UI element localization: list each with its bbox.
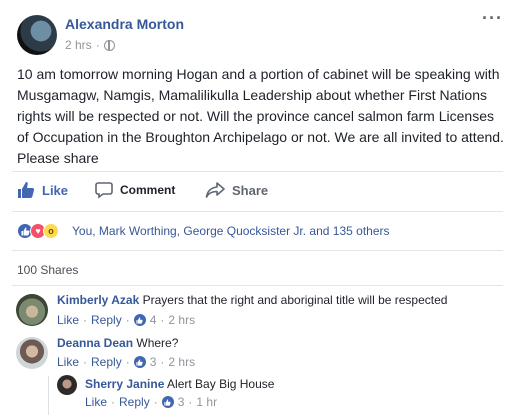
post-time[interactable]: 2 hrs xyxy=(65,38,92,52)
post-author-name[interactable]: Alexandra Morton xyxy=(65,16,184,32)
comment-item: Deanna Dean Where? xyxy=(57,336,178,350)
reaction-summary[interactable]: You, Mark Worthing, George Quocksister J… xyxy=(72,224,390,238)
like-button-label: Like xyxy=(42,182,69,198)
commenter-avatar[interactable] xyxy=(16,337,48,369)
reply-thread-line xyxy=(48,376,49,415)
more-options-icon[interactable]: ··· xyxy=(482,9,503,27)
comment-like-count[interactable]: 3 xyxy=(150,355,157,369)
comment-bubble-icon xyxy=(95,182,113,199)
author-avatar[interactable] xyxy=(17,15,57,55)
comment-text: Where? xyxy=(136,336,179,350)
commenter-name[interactable]: Kimberly Azak xyxy=(57,293,139,307)
commenter-avatar[interactable] xyxy=(16,294,48,326)
divider xyxy=(12,171,503,172)
like-count-icon[interactable] xyxy=(161,396,174,408)
share-arrow-icon xyxy=(205,182,225,198)
comment-time[interactable]: 2 hrs xyxy=(168,313,195,327)
reply-text: Alert Bay Big House xyxy=(167,377,275,391)
divider xyxy=(12,211,503,212)
like-count-icon[interactable] xyxy=(133,314,146,326)
thumbs-up-icon xyxy=(18,182,35,198)
comment-actions: Like · Reply · 4 · 2 hrs xyxy=(57,313,196,327)
reply-time[interactable]: 1 hr xyxy=(196,395,217,409)
comment-item: Kimberly Azak Prayers that the right and… xyxy=(57,293,447,307)
replier-name[interactable]: Sherry Janine xyxy=(85,377,164,391)
reply-like-link[interactable]: Like xyxy=(85,395,107,409)
reply-actions: Like · Reply · 3 · 1 hr xyxy=(85,395,218,409)
shares-count[interactable]: 100 Shares xyxy=(17,263,78,277)
comment-like-link[interactable]: Like xyxy=(57,355,79,369)
globe-icon[interactable] xyxy=(103,39,115,51)
reply-item: Sherry Janine Alert Bay Big House xyxy=(85,377,274,391)
comment-reply-link[interactable]: Reply xyxy=(91,355,122,369)
share-button-label: Share xyxy=(232,182,269,198)
divider xyxy=(12,250,503,251)
like-count-icon[interactable] xyxy=(133,356,146,368)
comment-time[interactable]: 2 hrs xyxy=(168,355,195,369)
post-meta: 2 hrs · xyxy=(65,38,115,52)
comment-button-label: Comment xyxy=(120,183,176,197)
reply-like-count[interactable]: 3 xyxy=(178,395,185,409)
replier-avatar[interactable] xyxy=(57,375,77,395)
divider xyxy=(12,285,503,286)
meta-separator: · xyxy=(95,38,100,52)
comment-actions: Like · Reply · 3 · 2 hrs xyxy=(57,355,196,369)
commenter-name[interactable]: Deanna Dean xyxy=(57,336,133,350)
wow-reaction-icon: o xyxy=(43,223,59,239)
comment-like-link[interactable]: Like xyxy=(57,313,79,327)
comment-button[interactable]: Comment xyxy=(95,181,175,199)
comment-like-count[interactable]: 4 xyxy=(150,313,157,327)
post-body-text: 10 am tomorrow morning Hogan and a porti… xyxy=(17,66,504,166)
comment-reply-link[interactable]: Reply xyxy=(91,313,122,327)
reaction-icons[interactable]: ♥ o xyxy=(17,223,59,239)
comment-text: Prayers that the right and aboriginal ti… xyxy=(142,293,448,307)
like-button[interactable]: Like xyxy=(17,181,68,199)
share-button[interactable]: Share xyxy=(205,181,268,199)
reply-reply-link[interactable]: Reply xyxy=(119,395,150,409)
